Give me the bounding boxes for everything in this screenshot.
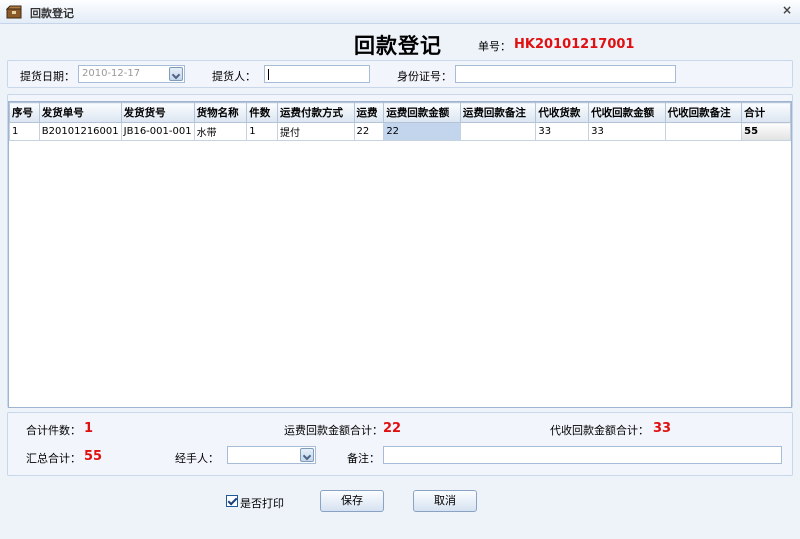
column-header[interactable]: 发货单号 [38, 102, 122, 123]
chevron-down-icon[interactable] [300, 448, 314, 462]
table-row[interactable]: 1 B20101216001 JB16-001-001 水带 1 提付 22 2… [9, 122, 791, 141]
remark-label: 备注： [347, 452, 380, 465]
column-header[interactable]: 运费回款备注 [459, 102, 537, 123]
cancel-button[interactable]: 取消 [413, 490, 477, 512]
table-cell[interactable]: 提付 [277, 122, 355, 141]
close-button[interactable]: × [782, 3, 792, 17]
table-cell[interactable] [664, 122, 743, 141]
table-cell-selected[interactable]: 22 [383, 122, 461, 141]
picker-label: 提货人： [212, 70, 256, 83]
payment-table: 序号 发货单号 发货货号 货物名称 件数 运费付款方式 运费 运费回款金额 运费… [9, 102, 791, 141]
page-title: 回款登记 [354, 34, 442, 58]
window-title: 回款登记 [30, 7, 74, 20]
column-header[interactable]: 件数 [246, 102, 278, 123]
table-cell[interactable] [459, 122, 537, 141]
window-titlebar: 回款登记 × [0, 0, 800, 24]
column-header[interactable]: 序号 [9, 102, 40, 123]
order-number-label: 单号： [478, 40, 511, 53]
column-header[interactable]: 合计 [741, 102, 791, 123]
freight-total-label: 运费回款金额合计： [284, 424, 383, 437]
text-cursor [268, 69, 269, 80]
print-checkbox-label[interactable]: 是否打印 [240, 495, 284, 511]
pickup-form-panel: 提货日期： 2010-12-17 提货人： 身份证号： [7, 60, 793, 88]
box-icon [6, 5, 22, 19]
column-header[interactable]: 运费 [353, 102, 385, 123]
print-checkbox[interactable] [226, 495, 238, 507]
collect-total-label: 代收回款金额合计： [550, 424, 649, 437]
column-header[interactable]: 代收货款 [535, 102, 590, 123]
column-header[interactable]: 发货货号 [120, 102, 195, 123]
table-cell[interactable]: 33 [588, 122, 666, 141]
payment-grid[interactable]: 序号 发货单号 发货货号 货物名称 件数 运费付款方式 运费 运费回款金额 运费… [8, 101, 792, 408]
freight-total-value: 22 [383, 421, 402, 436]
id-number-label: 身份证号： [397, 70, 452, 83]
column-header[interactable]: 运费付款方式 [277, 102, 355, 123]
table-cell[interactable]: 水带 [193, 122, 248, 141]
table-cell[interactable]: JB16-001-001 [120, 122, 195, 141]
picker-input[interactable] [264, 65, 370, 83]
pickup-date-value: 2010-12-17 [82, 68, 141, 79]
collect-total-value: 33 [653, 421, 672, 436]
save-button[interactable]: 保存 [320, 490, 384, 512]
column-header[interactable]: 代收回款金额 [588, 102, 666, 123]
id-number-input[interactable] [455, 65, 676, 83]
column-header[interactable]: 运费回款金额 [383, 102, 461, 123]
column-header[interactable]: 货物名称 [193, 102, 248, 123]
pickup-date-picker[interactable]: 2010-12-17 [78, 65, 185, 83]
grand-total-label: 汇总合计： [26, 452, 81, 465]
table-cell[interactable]: 33 [535, 122, 590, 141]
column-header[interactable]: 代收回款备注 [664, 102, 743, 123]
grand-total-value: 55 [84, 449, 103, 464]
chevron-down-icon[interactable] [169, 67, 183, 81]
handler-select[interactable] [227, 446, 316, 464]
total-count-label: 合计件数： [26, 424, 81, 437]
table-cell[interactable]: 1 [9, 122, 40, 141]
table-cell[interactable]: 22 [353, 122, 385, 141]
handler-label: 经手人： [175, 452, 219, 465]
pickup-date-label: 提货日期： [20, 70, 75, 83]
remark-input[interactable] [383, 446, 782, 464]
table-header-row: 序号 发货单号 发货货号 货物名称 件数 运费付款方式 运费 运费回款金额 运费… [9, 102, 791, 123]
table-cell[interactable]: B20101216001 [38, 122, 122, 141]
summary-panel: 合计件数： 1 运费回款金额合计： 22 代收回款金额合计： 33 汇总合计： … [7, 412, 793, 476]
total-count-value: 1 [84, 421, 94, 436]
table-cell[interactable]: 1 [246, 122, 278, 141]
table-cell-total[interactable]: 55 [741, 122, 791, 141]
order-number-value: HK20101217001 [514, 37, 635, 52]
